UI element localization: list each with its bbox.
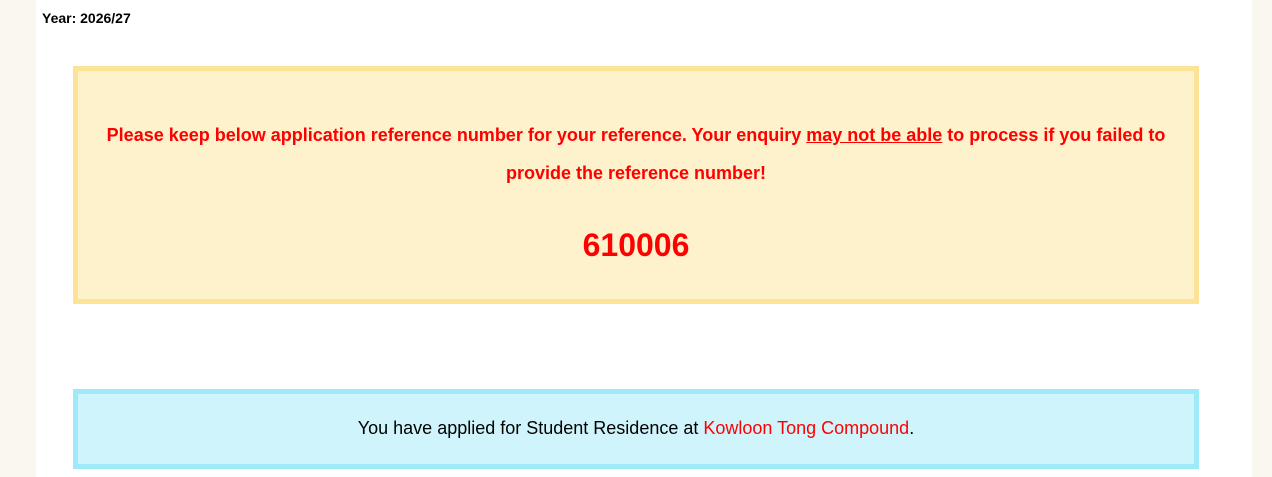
application-summary-box: You have applied for Student Residence a… — [73, 389, 1199, 469]
applied-prefix: You have applied for Student Residence a… — [357, 418, 704, 438]
notice-text-part1: Please keep below application reference … — [106, 125, 807, 145]
notice-emphasis: may not be able — [806, 125, 943, 145]
application-reference-number: 610006 — [582, 227, 690, 263]
application-summary-text: You have applied for Student Residence a… — [78, 418, 1194, 439]
page-content: Year: 2026/27 Please keep below applicat… — [36, 0, 1252, 477]
reference-notice-text: Please keep below application reference … — [98, 116, 1174, 192]
academic-year-label: Year: 2026/27 — [42, 10, 131, 26]
reference-notice-box: Please keep below application reference … — [73, 66, 1199, 304]
applied-suffix: . — [909, 418, 915, 438]
residence-name: Kowloon Tong Compound — [703, 418, 910, 438]
